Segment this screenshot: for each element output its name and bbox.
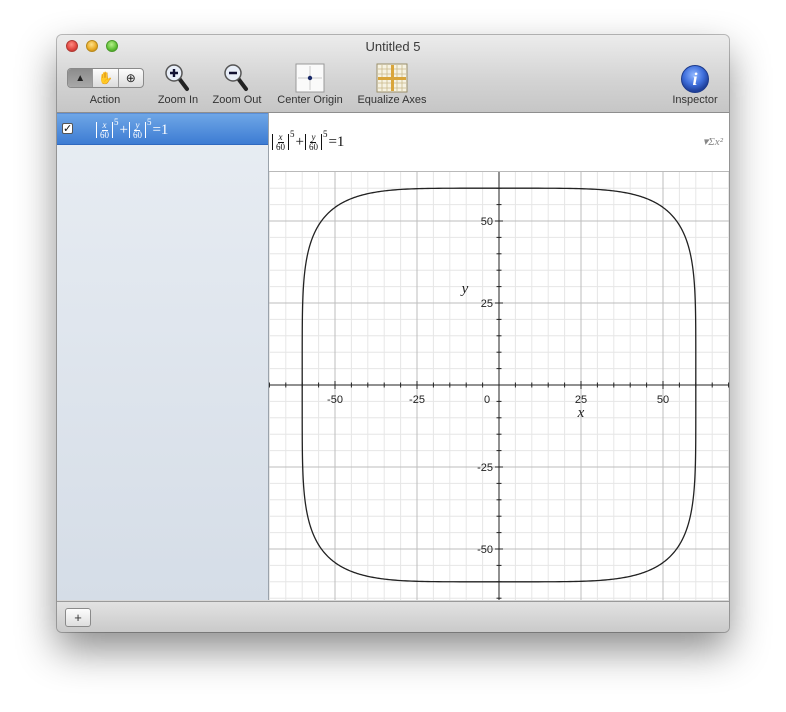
zoom-out-label: Zoom Out	[212, 94, 262, 106]
zoom-tool-icon[interactable]: ⊕	[119, 69, 143, 87]
y-tick-label: 50	[481, 216, 493, 228]
center-origin-label: Center Origin	[277, 94, 343, 106]
hand-tool-icon[interactable]: ✋	[93, 69, 119, 87]
y-axis-label: y	[460, 281, 469, 297]
y-tick-label: 25	[481, 298, 493, 310]
bottom-bar: +	[57, 601, 729, 632]
x-fraction: x 60	[100, 119, 109, 140]
x-denominator: 60	[276, 141, 285, 152]
y-tick-label: -50	[477, 544, 493, 556]
y-fraction: y 60	[132, 119, 142, 140]
exponent: 5	[322, 129, 328, 139]
abs-bar	[304, 134, 306, 150]
x-tick-label: -50	[327, 394, 343, 406]
plus-sign: +	[119, 121, 128, 138]
y-numerator: y	[134, 119, 141, 131]
exponent: 5	[114, 117, 119, 127]
y-numerator: y	[310, 131, 317, 143]
equation-list-item[interactable]: ✓ x 60 5 + y 60 5 =1	[57, 113, 268, 145]
equation-editor-content[interactable]: x 60 5 + y 60 5 =1	[271, 129, 344, 155]
y-denominator: 60	[308, 141, 318, 152]
info-icon: i	[681, 65, 709, 93]
abs-bar	[128, 122, 130, 138]
equals-one: =1	[328, 133, 345, 150]
abs-bar	[272, 134, 273, 150]
window-title: Untitled 5	[365, 39, 421, 54]
equation-list[interactable]: ✓ x 60 5 + y 60 5 =1	[57, 113, 269, 600]
y-fraction: y 60	[308, 131, 318, 152]
x-numerator: x	[101, 119, 108, 131]
zoom-in-icon	[165, 64, 189, 91]
x-denominator: 60	[100, 129, 109, 140]
app-window: Untitled 5 ▲ ✋ ⊕ Action Zoom In Zoom Out…	[57, 35, 729, 632]
info-glyph: i	[692, 69, 697, 89]
center-origin-icon	[295, 63, 325, 93]
equals-one: =1	[152, 121, 169, 138]
zoom-out-icon	[224, 64, 248, 91]
x-fraction: x 60	[276, 131, 285, 152]
x-tick-label: -25	[409, 394, 425, 406]
exponent: 5	[290, 129, 295, 139]
x-tick-label: 0	[484, 394, 490, 406]
x-numerator: x	[277, 131, 284, 143]
y-denominator: 60	[132, 129, 142, 140]
plus-sign: +	[295, 133, 304, 150]
pointer-tool-icon[interactable]: ▲	[68, 69, 94, 87]
equalize-axes-label: Equalize Axes	[357, 94, 427, 106]
abs-bar	[112, 122, 113, 138]
graph-view[interactable]: -50 -25 0 25 50 50 25 -25 -50 x y	[269, 172, 729, 600]
action-label: Action	[89, 94, 121, 106]
equation-editor[interactable]: x 60 5 + y 60 5 =1 ▾Σx²	[269, 113, 729, 172]
equation-preview: x 60 5 + y 60 5 =1	[95, 117, 168, 143]
x-tick-label: 50	[657, 394, 669, 406]
inspector-label: Inspector	[672, 94, 718, 106]
graph-canvas[interactable]: -50 -25 0 25 505025-25-50xy	[269, 172, 729, 600]
abs-bar	[320, 134, 322, 150]
title-bar: Untitled 5 ▲ ✋ ⊕ Action Zoom In Zoom Out…	[57, 35, 729, 113]
abs-bar	[288, 134, 289, 150]
y-tick-label: -25	[477, 462, 493, 474]
x-axis-label: x	[577, 405, 585, 421]
exponent: 5	[146, 117, 152, 127]
math-palette-menu[interactable]: ▾Σx²	[703, 135, 723, 148]
zoom-in-label: Zoom In	[157, 94, 199, 106]
action-tool-selector[interactable]: ▲ ✋ ⊕	[67, 68, 144, 88]
equalize-axes-icon	[376, 63, 408, 93]
abs-bar	[144, 122, 146, 138]
equation-visible-checkbox[interactable]: ✓	[62, 123, 73, 135]
abs-bar	[96, 122, 97, 138]
add-equation-button[interactable]: +	[65, 608, 91, 627]
